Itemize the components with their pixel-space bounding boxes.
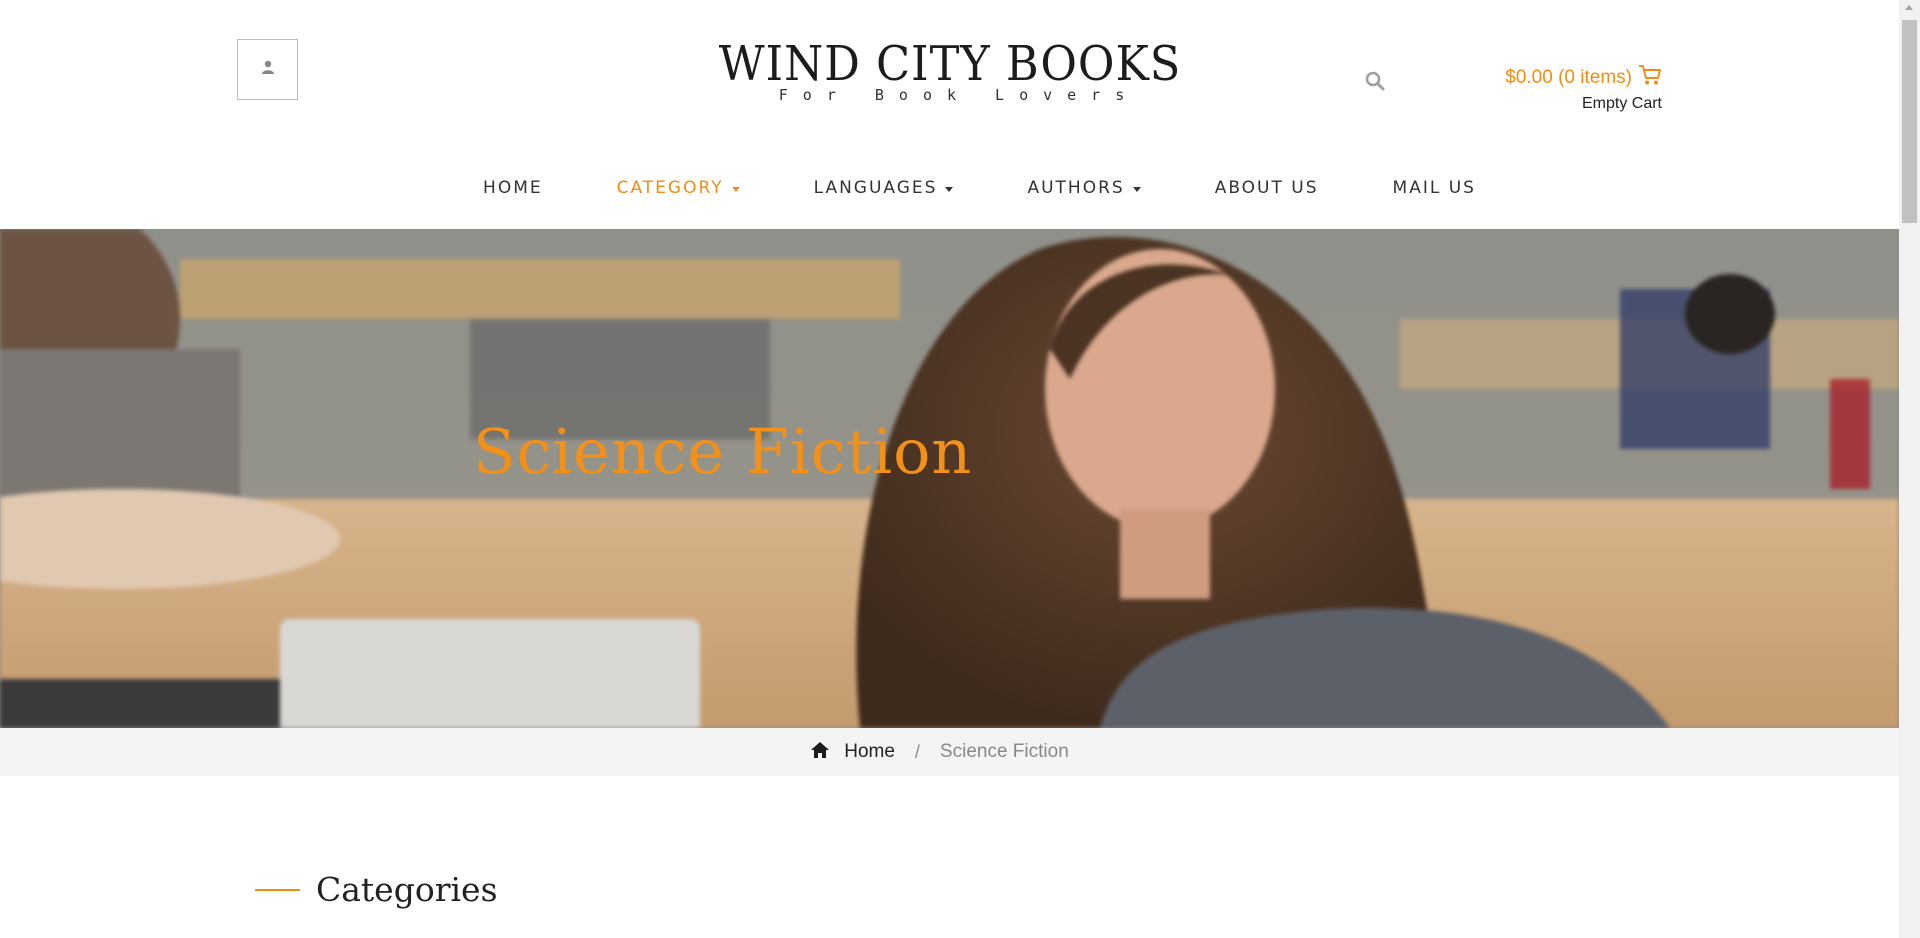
chevron-down-icon [1132, 186, 1141, 192]
main-nav: HOME CATEGORY LANGUAGES AUTHORS ABOUT US… [0, 178, 1899, 198]
cart-total: $0.00 (0 items) [1505, 66, 1632, 88]
page-scrollbar[interactable] [1899, 0, 1920, 938]
breadcrumb-home-link[interactable]: Home [844, 741, 895, 763]
nav-home-label: HOME [483, 178, 543, 198]
cart-status: Empty Cart [1581, 95, 1662, 112]
page: WIND CITY BOOKS For Book Lovers $0.00 (0… [0, 0, 1899, 938]
scroll-up-arrow-icon[interactable] [1905, 5, 1913, 10]
brand-title: WIND CITY BOOKS [718, 36, 1182, 92]
nav-authors-label: AUTHORS [1027, 178, 1125, 198]
search-icon[interactable] [1364, 70, 1386, 92]
nav-about[interactable]: ABOUT US [1215, 178, 1319, 198]
nav-languages[interactable]: LANGUAGES [814, 178, 954, 198]
cart-summary[interactable]: $0.00 (0 items) Empty Cart [1505, 64, 1662, 113]
nav-authors[interactable]: AUTHORS [1027, 178, 1141, 198]
breadcrumb-current: Science Fiction [939, 741, 1069, 762]
breadcrumb-separator: / [914, 741, 920, 762]
account-button[interactable] [237, 39, 298, 100]
hero-title: Science Fiction [473, 415, 973, 488]
nav-category-label: CATEGORY [616, 178, 724, 198]
chevron-down-icon [945, 186, 954, 192]
user-icon [261, 60, 275, 79]
nav-category[interactable]: CATEGORY [617, 178, 740, 198]
categories-title: Categories [316, 870, 498, 909]
scrollbar-thumb[interactable] [1902, 20, 1917, 223]
shopping-cart-icon [1638, 64, 1662, 91]
nav-about-label: ABOUT US [1214, 178, 1319, 198]
nav-mail[interactable]: MAIL US [1393, 178, 1476, 198]
chevron-down-icon [731, 186, 740, 192]
hero-banner: Science Fiction [0, 229, 1899, 728]
categories-heading: Categories [255, 870, 498, 909]
brand-logo[interactable]: WIND CITY BOOKS For Book Lovers [700, 36, 1200, 104]
heading-accent-line [255, 888, 300, 891]
home-icon[interactable] [810, 741, 830, 764]
nav-mail-label: MAIL US [1392, 178, 1476, 198]
nav-languages-label: LANGUAGES [813, 178, 938, 198]
breadcrumb: Home / Science Fiction [0, 728, 1899, 776]
nav-home[interactable]: HOME [483, 178, 543, 198]
